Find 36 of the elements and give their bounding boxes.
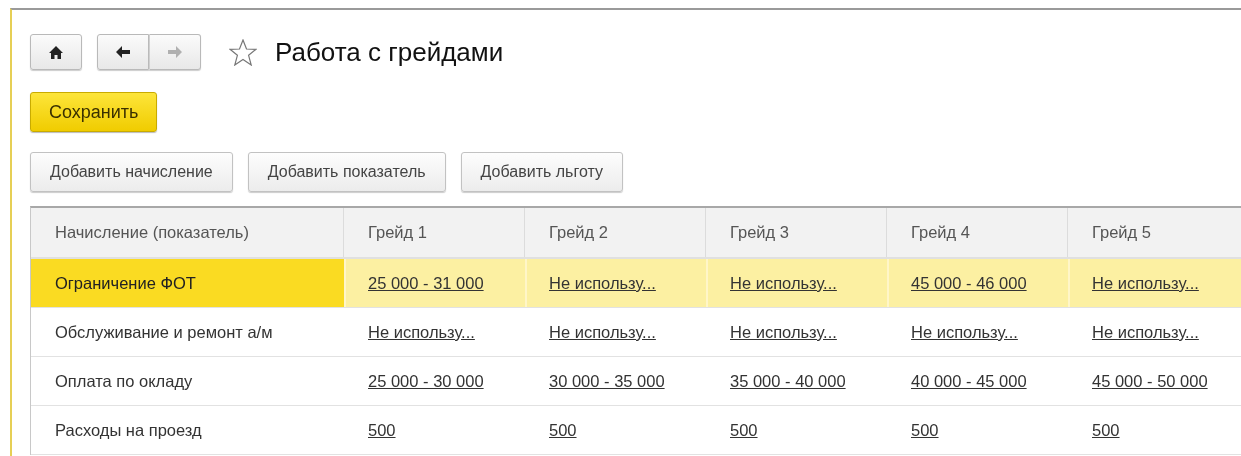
value-link[interactable]: Не использу... [1092, 322, 1199, 342]
arrow-right-icon [168, 46, 182, 58]
column-header[interactable]: Грейд 5 [1068, 208, 1241, 257]
arrow-left-icon [116, 46, 130, 58]
row-label: Расходы на проезд [54, 419, 203, 441]
window-title: Работа с грейдами [275, 36, 504, 68]
value-link[interactable]: 500 [368, 420, 396, 440]
row-label: Ограничение ФОТ [31, 259, 344, 307]
home-button[interactable] [30, 34, 82, 70]
row-label: Оплата по окладу [54, 370, 194, 392]
row-label: Обслуживание и ремонт а/м [54, 321, 274, 343]
value-link[interactable]: Не использу... [549, 322, 656, 342]
value-link[interactable]: 500 [1092, 420, 1120, 440]
value-link[interactable]: 35 000 - 40 000 [730, 371, 846, 391]
value-link[interactable]: 500 [730, 420, 758, 440]
value-link[interactable]: Не использу... [368, 322, 475, 342]
column-header[interactable]: Грейд 4 [887, 208, 1068, 257]
save-button[interactable]: Сохранить [30, 92, 158, 132]
value-link[interactable]: Не использу... [730, 322, 837, 342]
value-link[interactable]: 500 [549, 420, 577, 440]
star-icon[interactable] [229, 38, 257, 66]
home-icon [49, 45, 63, 59]
value-link[interactable]: 25 000 - 30 000 [368, 371, 484, 391]
column-header[interactable]: Начисление (показатель) [31, 208, 344, 257]
value-link[interactable]: Не использу... [911, 322, 1018, 342]
back-button[interactable] [97, 34, 149, 70]
value-link[interactable]: 30 000 - 35 000 [549, 371, 665, 391]
column-header[interactable]: Грейд 3 [706, 208, 887, 257]
value-link[interactable]: 45 000 - 50 000 [1092, 371, 1208, 391]
command-button[interactable]: Добавить начисление [30, 152, 233, 192]
value-link[interactable]: 40 000 - 45 000 [911, 371, 1027, 391]
command-button[interactable]: Добавить показатель [247, 152, 446, 192]
column-header[interactable]: Грейд 2 [525, 208, 706, 257]
value-link[interactable]: 500 [911, 420, 939, 440]
column-header[interactable]: Грейд 1 [344, 208, 525, 257]
command-button[interactable]: Добавить льготу [460, 152, 623, 192]
